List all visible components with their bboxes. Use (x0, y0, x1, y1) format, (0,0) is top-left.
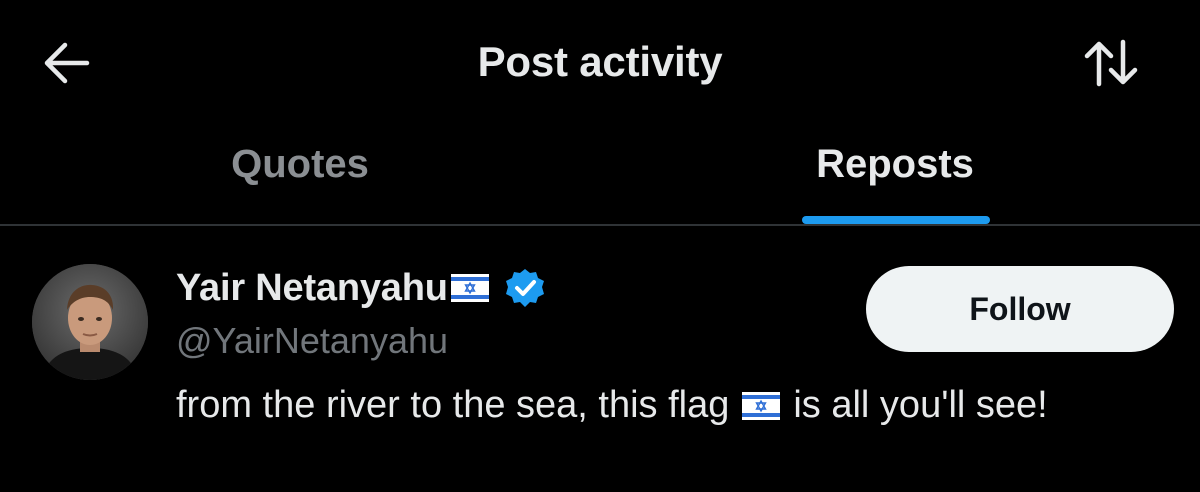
follow-button[interactable]: Follow (866, 266, 1174, 352)
bio-text-end: is all you'll see! (793, 384, 1048, 426)
tab-bar: Quotes Reposts (0, 130, 1200, 226)
header: Post activity (0, 0, 1200, 120)
sort-button[interactable] (1080, 38, 1142, 88)
israel-flag-icon (742, 391, 781, 420)
sort-arrows-icon (1084, 39, 1138, 87)
tab-quotes[interactable]: Quotes (200, 130, 400, 226)
user-handle: @YairNetanyahu (176, 320, 449, 361)
post-activity-screen: Post activity Quotes Reposts Yair Netany… (0, 0, 1200, 492)
name-line: Yair Netanyahu (176, 264, 546, 312)
page-title: Post activity (477, 38, 723, 85)
tab-reposts-label: Reposts (816, 142, 974, 186)
bio-text-start: from the river to the sea, this flag (176, 384, 730, 426)
display-name[interactable]: Yair Netanyahu (176, 267, 448, 310)
selected-tab-indicator (802, 216, 990, 224)
user-bio: from the river to the sea, this flag is … (176, 384, 1048, 427)
verified-badge-icon (505, 269, 544, 307)
israel-flag-icon (450, 274, 489, 302)
tab-reposts[interactable]: Reposts (795, 130, 995, 226)
tab-quotes-label: Quotes (231, 142, 369, 186)
user-list-item[interactable]: Yair Netanyahu @YairNetanyahu from the r… (0, 226, 1200, 492)
avatar[interactable] (32, 264, 148, 380)
avatar-photo (32, 264, 148, 380)
